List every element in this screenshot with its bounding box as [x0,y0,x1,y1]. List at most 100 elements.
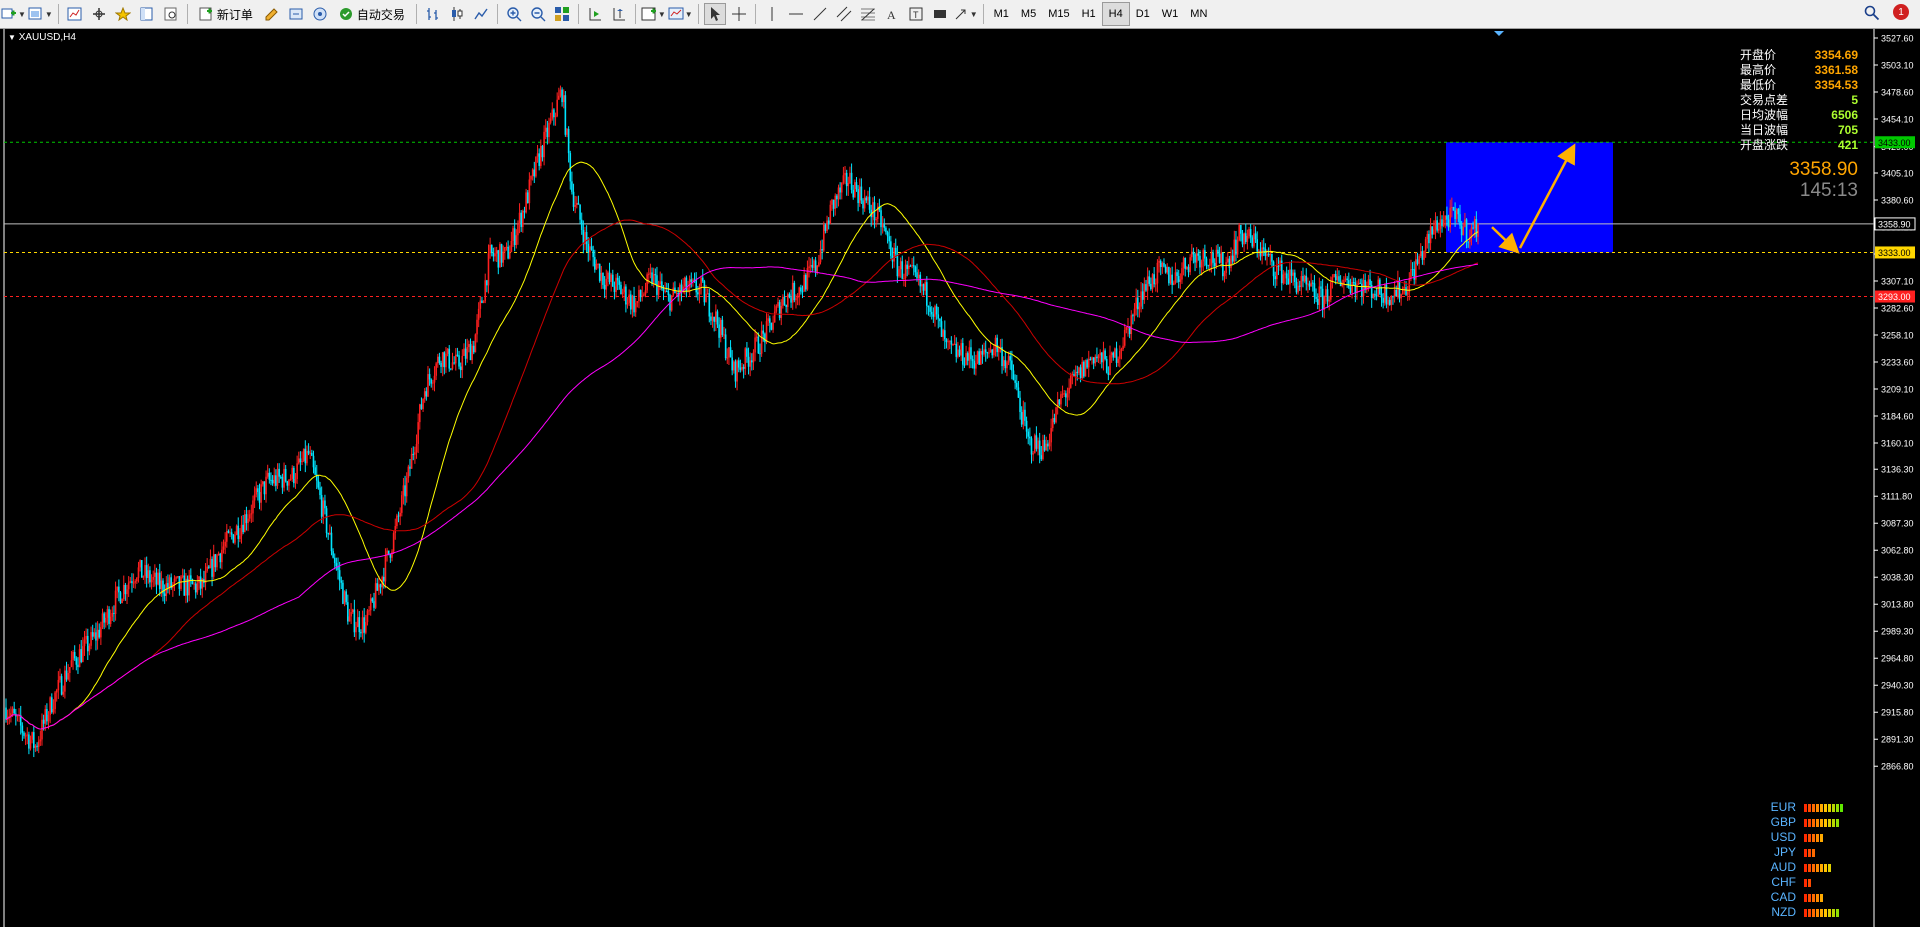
candle-body [538,153,540,166]
search-icon[interactable] [1864,5,1880,24]
navigator-icon[interactable] [88,3,110,25]
candle-body [1393,289,1396,298]
candle-body [422,398,424,409]
candle-body [299,458,302,463]
timeframe-mn-button[interactable]: MN [1184,3,1213,25]
timeframe-m5-button[interactable]: M5 [1015,3,1042,25]
candle-body [1442,219,1445,227]
horizontal-line-icon[interactable] [785,3,807,25]
candle-body [845,172,848,187]
candle-body [1011,360,1013,371]
candle-body [1094,356,1097,364]
fibonacci-icon[interactable] [857,3,879,25]
candle-body [1441,219,1443,227]
candle-body [1451,207,1453,209]
dropdown-triangle-icon[interactable]: ▼ [8,33,16,42]
timeframe-w1-button[interactable]: W1 [1156,3,1185,25]
signals-icon[interactable] [285,3,307,25]
vertical-line-icon[interactable] [761,3,783,25]
candle-body [1145,284,1147,291]
price-chart[interactable]: 3527.603503.103478.603454.103429.003405.… [0,29,1920,927]
rectangle-icon[interactable] [929,3,951,25]
indicators-icon[interactable]: ▼ [641,3,666,25]
candle-body [276,468,279,486]
candle-body [1186,267,1188,269]
zoom-in-icon[interactable] [503,3,525,25]
candle-body [1096,356,1098,359]
auto-scroll-icon[interactable] [584,3,606,25]
candle-body [1194,254,1196,263]
candle-body [136,577,138,582]
candle-body [1343,279,1345,285]
candle-body [603,284,606,290]
candle-body [772,322,774,330]
candle-body [1325,289,1327,296]
candle-body [865,197,868,201]
tile-windows-icon[interactable] [551,3,573,25]
profiles-icon[interactable]: ▼ [28,3,53,25]
candle-body [28,734,30,749]
candle-body [124,584,127,595]
data-window-icon[interactable] [136,3,158,25]
candle-body [216,555,218,568]
templates-icon[interactable]: ▼ [668,3,693,25]
candle-body [930,311,933,315]
candle-body [26,734,29,736]
candle-body [639,289,642,298]
arrows-icon[interactable]: ▼ [953,3,978,25]
strength-bar [1828,803,1831,812]
timeframe-d1-button[interactable]: D1 [1130,3,1156,25]
timeframe-m1-button[interactable]: M1 [988,3,1015,25]
text-label-icon[interactable]: T [905,3,927,25]
new-chart-icon[interactable]: ▼ [1,3,26,25]
candle-body [788,294,791,298]
metaeditor-icon[interactable] [261,3,283,25]
candle-body [590,246,593,250]
candle-body [237,525,240,539]
candle-body [1421,251,1424,260]
bar-chart-icon[interactable] [422,3,444,25]
svg-text:T: T [913,10,919,20]
timeframe-h4-button[interactable]: H4 [1101,2,1130,26]
timeframe-h1-button[interactable]: H1 [1076,3,1102,25]
candle-body [1233,239,1236,262]
auto-trade-button[interactable]: 自动交易 [333,3,411,25]
market-watch-icon[interactable] [64,3,86,25]
line-chart-icon[interactable] [470,3,492,25]
candlestick-icon[interactable] [446,3,468,25]
market-icon[interactable] [309,3,331,25]
chart-window[interactable]: 3527.603503.103478.603454.103429.003405.… [0,29,1920,927]
candle-body [801,291,804,293]
candle-body [72,651,74,661]
chart-shift-icon[interactable] [608,3,630,25]
strength-bar [1832,803,1835,812]
zoom-out-icon[interactable] [527,3,549,25]
candle-body [1243,233,1245,245]
price-tick-label: 3380.60 [1881,196,1914,206]
candle-body [742,366,745,369]
candle-body [64,670,66,692]
trendline-icon[interactable] [809,3,831,25]
candle-body [1076,371,1079,374]
crosshair-icon[interactable] [728,3,750,25]
candle-body [1009,356,1012,361]
quote-label: 开盘价 [1740,48,1777,62]
candle-body [486,280,488,286]
candle-body [243,514,246,533]
equidistant-channel-icon[interactable] [833,3,855,25]
notification-badge[interactable]: 1 [1893,4,1909,20]
candle-body [983,349,985,355]
candle-body [194,583,197,593]
candle-body [1043,439,1046,451]
candle-body [41,719,43,740]
candle-body [777,302,779,307]
candle-body [294,479,297,484]
new-order-button[interactable]: 新订单 [193,3,259,25]
text-icon[interactable]: A [881,3,903,25]
timeframe-m15-button[interactable]: M15 [1042,3,1075,25]
candle-body [955,343,958,357]
cursor-icon[interactable] [703,3,726,25]
strategy-tester-icon[interactable] [160,3,182,25]
favorites-icon[interactable] [112,3,134,25]
candle-body [1058,399,1061,405]
